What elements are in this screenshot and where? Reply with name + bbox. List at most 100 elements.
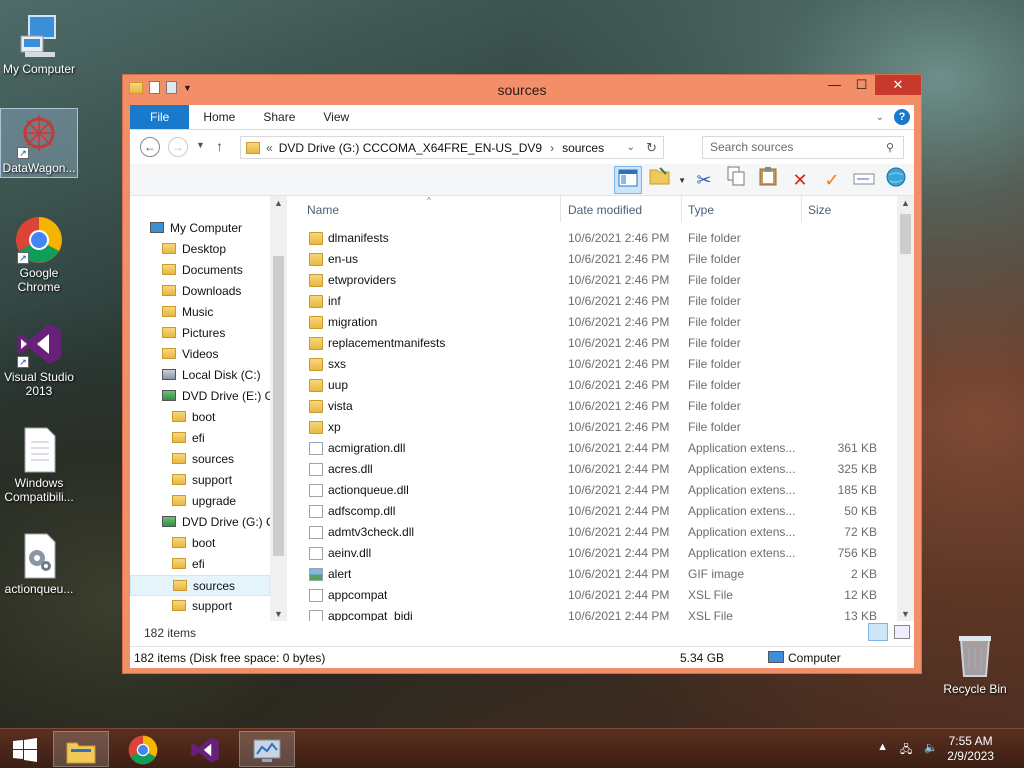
file-row[interactable]: acres.dll 10/6/2021 2:44 PM Application ex…	[287, 459, 897, 480]
desktop-icon-chrome[interactable]: ↗ Google Chrome	[0, 214, 78, 294]
file-list-scroll-thumb[interactable]	[900, 214, 911, 254]
delete-icon[interactable]: ✕	[786, 166, 814, 194]
nav-item[interactable]: sources	[130, 449, 270, 470]
chevron-down-icon[interactable]: ▼	[678, 176, 686, 185]
search-icon[interactable]: ⚲	[886, 141, 894, 154]
desktop-icon-windows-compatibility[interactable]: Windows Compatibili...	[0, 424, 78, 504]
refresh-icon[interactable]: ↻	[646, 140, 657, 156]
nav-item[interactable]: sources	[130, 575, 270, 596]
file-row[interactable]: uup 10/6/2021 2:46 PM File folder	[287, 375, 897, 396]
clock[interactable]: 7:55 AM 2/9/2023	[947, 734, 994, 764]
address-overflow[interactable]: «	[266, 141, 273, 155]
taskbar-datawagon[interactable]	[239, 731, 295, 767]
nav-item[interactable]: Pictures	[130, 323, 270, 344]
desktop-icon-datawagon[interactable]: ↗ DataWagon...	[0, 108, 78, 178]
nav-scrollbar[interactable]: ▲ ▼	[270, 196, 287, 621]
details-view-icon[interactable]	[868, 623, 888, 641]
file-row[interactable]: admtv3check.dll 10/6/2021 2:44 PM Applicat…	[287, 522, 897, 543]
nav-item[interactable]: Documents	[130, 260, 270, 281]
nav-item[interactable]: upgrade	[130, 491, 270, 512]
tab-file[interactable]: File	[130, 105, 190, 129]
file-row[interactable]: inf 10/6/2021 2:46 PM File folder	[287, 291, 897, 312]
minimize-button[interactable]: —	[821, 75, 848, 95]
nav-item[interactable]: Videos	[130, 344, 270, 365]
file-row[interactable]: aeinv.dll 10/6/2021 2:44 PM Application ex…	[287, 543, 897, 564]
file-row[interactable]: appcompat 10/6/2021 2:44 PM XSL File 12 KB	[287, 585, 897, 606]
globe-icon[interactable]	[882, 166, 910, 194]
edit-folder-icon[interactable]	[646, 166, 674, 194]
file-row[interactable]: appcompat_bidi 10/6/2021 2:44 PM XSL File 1…	[287, 606, 897, 621]
recent-locations-icon[interactable]: ▼	[196, 140, 205, 150]
scroll-up-icon[interactable]: ▲	[901, 198, 910, 208]
scroll-down-icon[interactable]: ▼	[901, 609, 910, 619]
file-row[interactable]: actionqueue.dll 10/6/2021 2:44 PM Applicat…	[287, 480, 897, 501]
start-button[interactable]	[0, 731, 50, 767]
nav-item[interactable]: DVD Drive (G:) CC	[130, 512, 283, 533]
taskbar-visual-studio[interactable]	[177, 731, 233, 767]
nav-item[interactable]: support	[130, 470, 270, 491]
nav-item[interactable]: Local Disk (C:)	[130, 365, 270, 386]
file-row[interactable]: replacementmanifests 10/6/2021 2:46 PM Fil…	[287, 333, 897, 354]
column-size[interactable]: Size	[808, 203, 831, 217]
nav-item[interactable]: boot	[130, 407, 270, 428]
file-row[interactable]: sxs 10/6/2021 2:46 PM File folder	[287, 354, 897, 375]
desktop-icon-recycle-bin[interactable]: Recycle Bin	[936, 630, 1014, 696]
breadcrumb-drive[interactable]: DVD Drive (G:) CCCOMA_X64FRE_EN-US_DV9	[279, 141, 542, 155]
desktop-icon-my-computer[interactable]: My Computer	[0, 10, 78, 76]
taskbar-chrome[interactable]	[115, 731, 171, 767]
scroll-down-icon[interactable]: ▼	[274, 609, 283, 619]
column-type[interactable]: Type	[688, 203, 714, 217]
tab-share[interactable]: Share	[249, 105, 309, 129]
nav-item[interactable]: efi	[130, 554, 270, 575]
forward-button[interactable]: →	[168, 137, 188, 157]
maximize-button[interactable]: ☐	[848, 75, 875, 95]
paste-icon[interactable]	[754, 166, 782, 194]
file-row[interactable]: etwproviders 10/6/2021 2:46 PM File folder	[287, 270, 897, 291]
breadcrumb-folder[interactable]: sources	[562, 141, 604, 155]
nav-item[interactable]: efi	[130, 428, 270, 449]
nav-scroll-thumb[interactable]	[273, 256, 284, 556]
breadcrumb-separator[interactable]: ›	[550, 141, 554, 155]
desktop-icon-visual-studio[interactable]: ↗ Visual Studio 2013	[0, 318, 78, 398]
file-row[interactable]: alert 10/6/2021 2:44 PM GIF image 2 KB	[287, 564, 897, 585]
file-row[interactable]: acmigration.dll 10/6/2021 2:44 PM Applicat…	[287, 438, 897, 459]
nav-item[interactable]: Downloads	[130, 281, 270, 302]
search-input[interactable]: Search sources	[702, 136, 904, 159]
tab-home[interactable]: Home	[189, 105, 249, 129]
file-row[interactable]: en-us 10/6/2021 2:46 PM File folder	[287, 249, 897, 270]
large-icons-view-icon[interactable]	[894, 625, 910, 639]
up-button[interactable]: ↑	[216, 138, 223, 154]
cut-icon[interactable]: ✂	[690, 166, 718, 194]
expand-ribbon-icon[interactable]: ⌄	[876, 112, 884, 123]
file-row[interactable]: dlmanifests 10/6/2021 2:46 PM File folder	[287, 228, 897, 249]
network-icon[interactable]: 🖧	[900, 741, 912, 760]
help-icon[interactable]: ?	[894, 109, 910, 125]
preview-pane-icon[interactable]	[614, 166, 643, 194]
address-dropdown-icon[interactable]: ⌄	[627, 142, 635, 153]
column-name[interactable]: Name	[307, 203, 339, 217]
file-list-scrollbar[interactable]: ▲ ▼	[897, 196, 914, 621]
close-button[interactable]: ✕	[875, 75, 921, 95]
column-date[interactable]: Date modified	[568, 203, 642, 217]
nav-item[interactable]: boot	[130, 533, 270, 554]
nav-item[interactable]: My Computer	[130, 218, 270, 239]
title-bar[interactable]: ▼ sources — ☐ ✕	[123, 75, 921, 105]
desktop-icon-actionqueue[interactable]: actionqueu...	[0, 530, 78, 596]
checkmark-icon[interactable]: ✓	[818, 166, 846, 194]
nav-item[interactable]: Desktop	[130, 239, 270, 260]
file-row[interactable]: xp 10/6/2021 2:46 PM File folder	[287, 417, 897, 438]
tab-view[interactable]: View	[309, 105, 363, 129]
back-button[interactable]: ←	[140, 137, 160, 157]
scroll-up-icon[interactable]: ▲	[274, 198, 283, 208]
nav-item[interactable]: support	[130, 596, 270, 617]
copy-icon[interactable]	[722, 166, 750, 194]
volume-icon[interactable]: 🔈	[924, 741, 938, 760]
file-row[interactable]: migration 10/6/2021 2:46 PM File folder	[287, 312, 897, 333]
nav-item[interactable]: DVD Drive (E:) GS	[130, 386, 282, 407]
taskbar-explorer[interactable]	[53, 731, 109, 767]
nav-item[interactable]: Music	[130, 302, 270, 323]
file-row[interactable]: adfscomp.dll 10/6/2021 2:44 PM Application…	[287, 501, 897, 522]
show-hidden-icons-icon[interactable]: ▲	[877, 741, 888, 760]
file-row[interactable]: vista 10/6/2021 2:46 PM File folder	[287, 396, 897, 417]
address-bar[interactable]: « DVD Drive (G:) CCCOMA_X64FRE_EN-US_DV9…	[240, 136, 664, 159]
